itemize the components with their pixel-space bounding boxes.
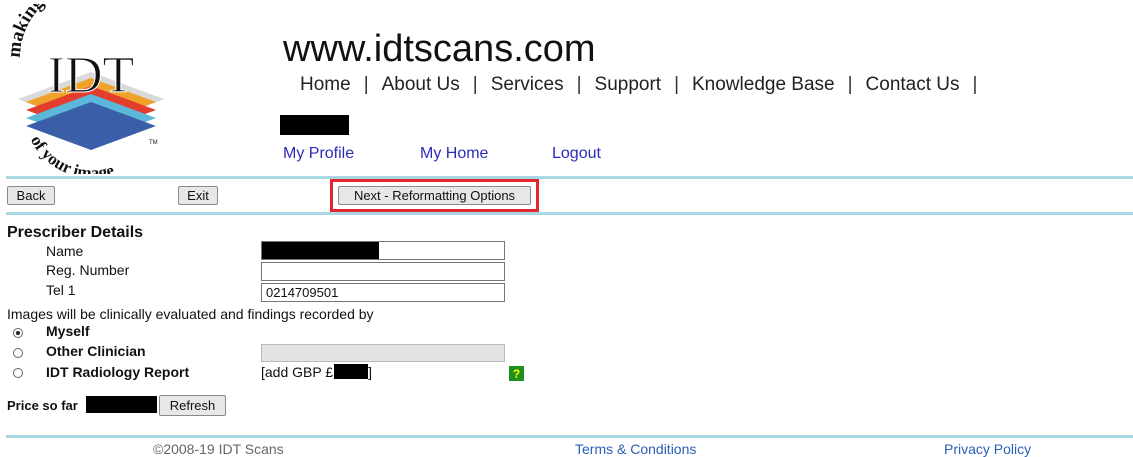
prescriber-heading: Prescriber Details — [7, 224, 144, 241]
main-nav: Home | About Us | Services | Support | Knowledge… — [300, 74, 990, 96]
nav-knowledge-base[interactable]: Knowledge Base — [692, 74, 835, 96]
nav-services[interactable]: Services — [491, 74, 564, 96]
back-button[interactable]: Back — [7, 186, 55, 205]
redacted-price — [86, 396, 157, 413]
copyright: ©2008-19 IDT Scans — [153, 441, 284, 457]
my-home-link[interactable]: My Home — [420, 145, 488, 163]
my-profile-link[interactable]: My Profile — [283, 145, 354, 163]
option-myself-label: Myself — [46, 323, 90, 339]
reg-number-label: Reg. Number — [46, 262, 130, 278]
nav-separator: | — [576, 74, 582, 95]
redacted-name — [262, 242, 379, 259]
logout-link[interactable]: Logout — [552, 145, 601, 163]
redacted-fee — [334, 364, 369, 379]
option-other-clinician-label: Other Clinician — [46, 343, 146, 359]
site-title: www.idtscans.com — [283, 28, 596, 70]
exit-button[interactable]: Exit — [178, 186, 218, 205]
radio-myself[interactable] — [13, 328, 23, 338]
radiology-fee: [add GBP £] — [261, 364, 372, 380]
evaluation-question: Images will be clinically evaluated and … — [7, 306, 374, 322]
tel-label: Tel 1 — [46, 282, 76, 298]
nav-contact-us[interactable]: Contact Us — [866, 74, 960, 96]
nav-separator: | — [363, 74, 369, 95]
price-so-far-label: Price so far — [7, 398, 78, 413]
nav-separator: | — [972, 74, 978, 95]
nav-home[interactable]: Home — [300, 74, 351, 96]
next-reformatting-options-button[interactable]: Next - Reformatting Options — [338, 186, 531, 205]
logo-trademark: TM — [149, 140, 158, 146]
nav-about-us[interactable]: About Us — [382, 74, 460, 96]
reg-number-field[interactable] — [261, 262, 505, 281]
logo-graphic: making the most IDT of your image TM — [4, 0, 164, 183]
idt-logo[interactable]: making the most IDT of your image TM — [4, 0, 176, 183]
nav-separator: | — [847, 74, 853, 95]
nav-separator: | — [674, 74, 679, 95]
name-label: Name — [46, 243, 84, 259]
refresh-button[interactable]: Refresh — [159, 395, 226, 416]
tel-field[interactable]: 0214709501 — [261, 283, 505, 302]
radio-other-clinician[interactable] — [13, 348, 23, 358]
other-clinician-field[interactable] — [261, 344, 505, 362]
radiology-fee-suffix: ] — [368, 364, 373, 380]
radiology-fee-prefix: [add GBP £ — [261, 364, 334, 380]
divider-toolbar — [6, 212, 1133, 215]
tel-field-value: 0214709501 — [266, 285, 339, 300]
privacy-policy-link[interactable]: Privacy Policy — [944, 441, 1031, 457]
terms-link[interactable]: Terms & Conditions — [575, 441, 696, 457]
option-radiology-label: IDT Radiology Report — [46, 364, 190, 380]
nav-separator: | — [472, 74, 478, 95]
logo-wordmark: IDT — [48, 47, 135, 104]
redacted-username — [280, 115, 349, 135]
divider-top — [6, 176, 1133, 179]
help-icon[interactable]: ? — [509, 366, 524, 381]
nav-support[interactable]: Support — [595, 74, 662, 96]
divider-footer — [6, 435, 1133, 438]
radio-idt-radiology-report[interactable] — [13, 368, 23, 378]
